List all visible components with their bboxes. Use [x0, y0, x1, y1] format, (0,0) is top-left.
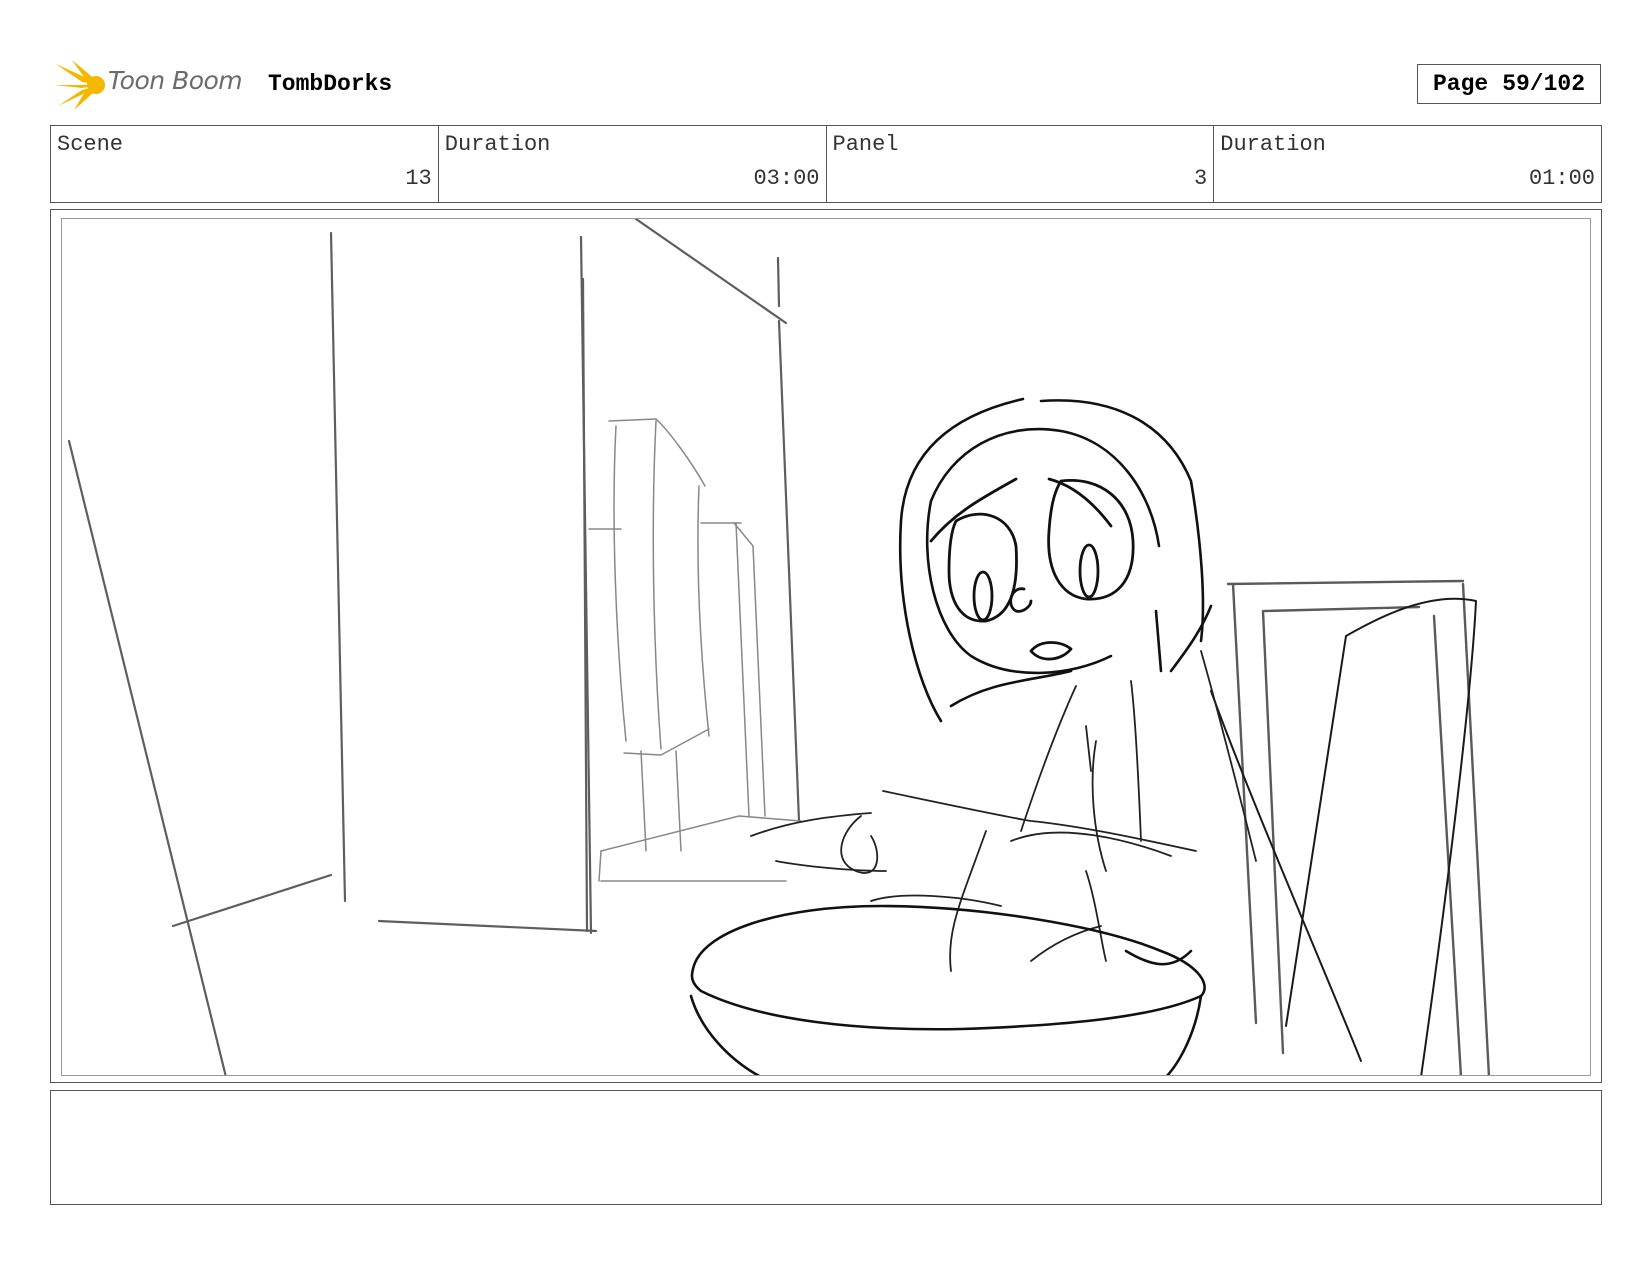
panel-duration-value: 01:00 [1528, 166, 1595, 191]
panel-field: Panel 3 [827, 126, 1215, 202]
background-architecture [67, 219, 801, 1075]
panel-value: 3 [1194, 166, 1208, 191]
project-title: TombDorks [268, 71, 393, 97]
sketch-drawing [67, 219, 1491, 1075]
background-cabinet [588, 418, 802, 882]
panel-label: Panel [832, 132, 899, 157]
logo-burst-icon [54, 60, 105, 110]
panel-duration-field: Duration 01:00 [1214, 126, 1601, 202]
character-body [949, 650, 1257, 972]
logo-text: Toon Boom [108, 66, 243, 95]
storyboard-sketch [61, 218, 1591, 1076]
notes-box [50, 1090, 1602, 1205]
scene-value: 13 [405, 166, 432, 191]
chair-sketch [1226, 579, 1491, 1075]
character-head [898, 397, 1213, 723]
page-label: Page [1432, 71, 1489, 97]
panel-duration-label: Duration [1220, 132, 1326, 157]
scene-duration-field: Duration 03:00 [439, 126, 827, 202]
scene-duration-value: 03:00 [753, 166, 820, 191]
character-eyes [929, 477, 1135, 661]
page-indicator: Page 59/102 [1417, 64, 1601, 104]
scene-label: Scene [57, 132, 124, 157]
scene-field: Scene 13 [51, 126, 439, 202]
info-row: Scene 13 Duration 03:00 Panel 3 Duration… [50, 125, 1602, 203]
page-number: 59/102 [1502, 71, 1586, 97]
toon-boom-logo: Toon Boom [52, 58, 252, 112]
bowl-sketch [689, 904, 1206, 1075]
character-hands [750, 790, 1197, 907]
scene-duration-label: Duration [444, 132, 551, 157]
